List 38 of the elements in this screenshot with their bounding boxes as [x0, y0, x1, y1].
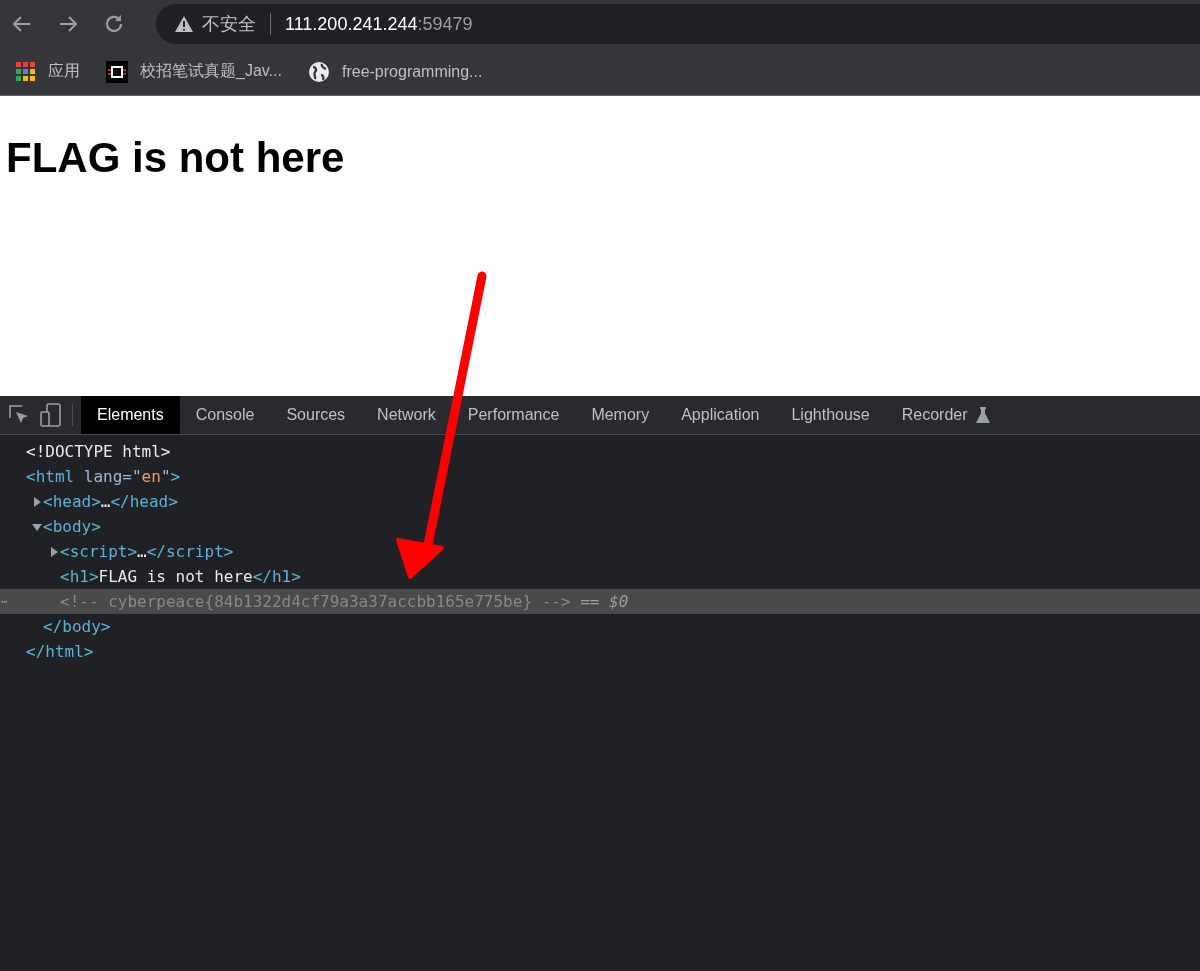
- dom-code-line: <!DOCTYPE html>: [26, 442, 171, 461]
- dom-code-line: <body>: [43, 517, 101, 536]
- warning-icon: [174, 15, 194, 33]
- url-text: 111.200.241.244:59479: [285, 13, 473, 35]
- dom-code-line: <html lang="en">: [26, 467, 181, 486]
- devtools-tab[interactable]: Lighthouse: [775, 396, 886, 434]
- dom-code-line: </body>: [43, 617, 111, 636]
- bookmark-link[interactable]: free-programming...: [341, 62, 483, 81]
- devtools-tab[interactable]: Console: [179, 396, 271, 434]
- site-favicon-icon: [106, 60, 128, 83]
- devtools-tab[interactable]: Recorder: [885, 396, 1006, 434]
- globe-icon: [307, 60, 330, 83]
- security-label: 不安全: [202, 13, 256, 36]
- dom-node-row[interactable]: <html lang="en">: [0, 464, 1200, 489]
- device-toolbar-icon[interactable]: [40, 403, 62, 427]
- apps-grid-icon: [16, 61, 36, 82]
- devtools-tab[interactable]: Elements: [81, 396, 180, 434]
- dom-code-line: <script>…</script>: [60, 542, 234, 561]
- dom-code-line: </html>: [26, 642, 94, 661]
- dom-node-row[interactable]: <script>…</script>: [0, 539, 1200, 564]
- address-bar[interactable]: 不安全 111.200.241.244:59479: [156, 4, 1200, 44]
- dom-node-row[interactable]: <h1>FLAG is not here</h1>: [0, 564, 1200, 589]
- bookmark-link[interactable]: 应用: [48, 61, 80, 82]
- dom-node-row[interactable]: <!DOCTYPE html>: [0, 439, 1200, 464]
- dom-code-line: <!-- cyberpeace{84b1322d4cf79a3a37accbb165e775be} --> == $0: [60, 592, 629, 611]
- dom-node-row[interactable]: <body>: [0, 514, 1200, 539]
- dom-node-row[interactable]: <head>…</head>: [0, 489, 1200, 514]
- devtools-tab[interactable]: Memory: [575, 396, 666, 434]
- collapsed-triangle-icon[interactable]: [48, 545, 60, 558]
- devtools-tab[interactable]: Sources: [270, 396, 362, 434]
- devtools-tab[interactable]: Application: [665, 396, 776, 434]
- devtools-tab[interactable]: Network: [361, 396, 452, 434]
- dom-code-line: <h1>FLAG is not here</h1>: [60, 567, 301, 586]
- page-heading: FLAG is not here: [5, 133, 346, 182]
- collapsed-triangle-icon[interactable]: [31, 495, 43, 508]
- devtools-tab[interactable]: Performance: [451, 396, 576, 434]
- bookmark-link[interactable]: 校招笔试真题_Jav...: [140, 61, 282, 82]
- dom-code-line: <head>…</head>: [43, 492, 178, 511]
